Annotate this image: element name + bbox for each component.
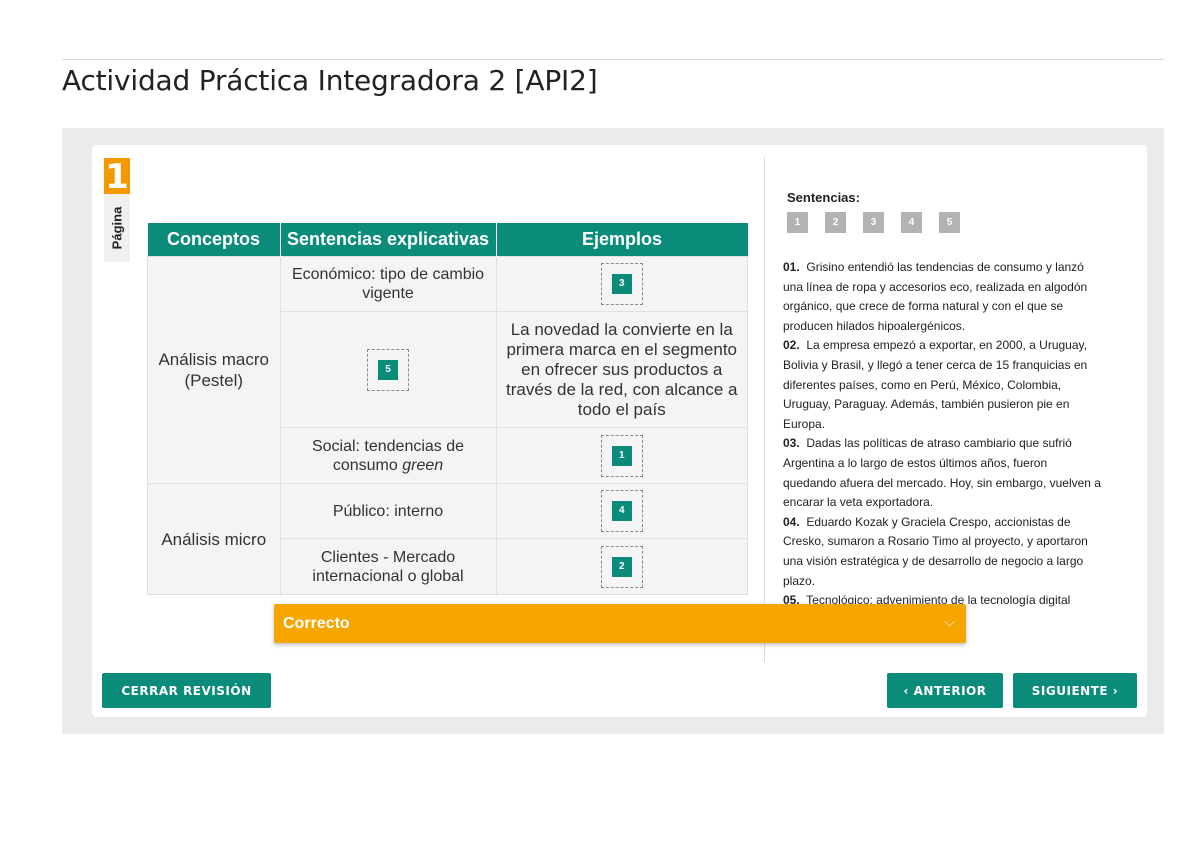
ejemplo-cell: 2 [495, 538, 748, 595]
next-button[interactable]: SIGUIENTE › [1013, 673, 1137, 708]
page-title: Actividad Práctica Integradora 2 [API2] [62, 64, 598, 97]
concept-macro: Análisis macro (Pestel) [147, 256, 281, 484]
sentence-chip[interactable]: 5 [939, 212, 960, 233]
drop-target[interactable]: 3 [600, 263, 643, 305]
answer-chip[interactable]: 3 [611, 274, 632, 294]
drop-target[interactable]: 2 [600, 545, 643, 588]
chevron-down-icon[interactable] [944, 616, 955, 627]
ejemplo-cell: La novedad la convierte en la primera ma… [495, 311, 748, 428]
feedback-label: Correcto [283, 615, 350, 632]
concept-micro: Análisis micro [147, 483, 281, 595]
list-item: 03. Dadas las políticas de atraso cambia… [783, 436, 1101, 510]
list-item: 02. La empresa empezó a exportar, en 200… [783, 338, 1088, 431]
sentence-chips: 1 2 3 4 5 [787, 212, 960, 233]
header-sentencias: Sentencias explicativas [280, 223, 497, 257]
sentencia-cell: Económico: tipo de cambio vigente [279, 256, 497, 312]
header-conceptos: Conceptos [147, 223, 281, 257]
drop-target[interactable]: 1 [600, 434, 643, 477]
sentences-list[interactable]: 01. Grisino entendió las tendencias de c… [783, 258, 1103, 610]
answer-chip[interactable]: 5 [378, 359, 398, 380]
ejemplo-cell: 4 [495, 483, 748, 539]
column-divider [764, 157, 765, 662]
sentencia-cell: Social: tendencias de consumo green [279, 427, 497, 484]
ejemplo-cell: 3 [495, 256, 748, 312]
table-row: Análisis micro Público: interno 4 [147, 483, 748, 595]
feedback-bar[interactable]: Correcto [274, 604, 966, 643]
answer-chip[interactable]: 1 [611, 445, 632, 466]
sentences-title: Sentencias: [787, 190, 860, 205]
drop-target[interactable]: 4 [600, 490, 643, 532]
drop-target[interactable]: 5 [367, 348, 409, 391]
top-divider [62, 59, 1164, 60]
header-ejemplos: Ejemplos [496, 223, 748, 257]
sentence-chip[interactable]: 1 [787, 212, 808, 233]
page-number: 1 [104, 157, 130, 197]
sentencia-cell: Clientes - Mercado internacional o globa… [279, 538, 497, 595]
previous-button[interactable]: ‹ ANTERIOR [887, 673, 1003, 708]
close-review-button[interactable]: CERRAR REVISIÓN [102, 673, 271, 708]
sentence-chip[interactable]: 2 [825, 212, 846, 233]
ejemplo-cell: 1 [495, 427, 748, 484]
answer-chip[interactable]: 4 [611, 501, 632, 521]
page-badge: 1 Página [104, 158, 130, 262]
list-item: 04. Eduardo Kozak y Graciela Crespo, acc… [783, 514, 1088, 588]
sentence-chip[interactable]: 3 [863, 212, 884, 233]
concepts-table: Conceptos Sentencias explicativas Ejempl… [147, 223, 748, 595]
page-label: Página [104, 194, 130, 262]
sentencia-cell: Público: interno [279, 483, 497, 539]
answer-chip[interactable]: 2 [611, 556, 632, 577]
sentencia-cell: 5 [279, 311, 497, 428]
sentence-chip[interactable]: 4 [901, 212, 922, 233]
table-row: Análisis macro (Pestel) Económico: tipo … [147, 256, 748, 484]
list-item: 01. Grisino entendió las tendencias de c… [783, 260, 1088, 333]
